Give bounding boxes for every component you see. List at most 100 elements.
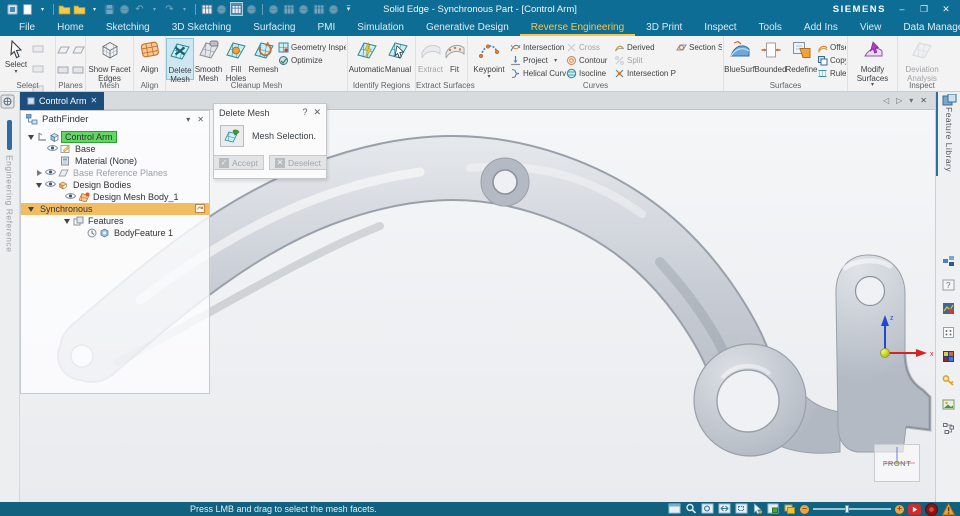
minimize-button[interactable]: – — [896, 4, 908, 14]
calculator-icon[interactable] — [942, 326, 955, 344]
bluesurf-button[interactable]: BlueSurf — [724, 38, 755, 80]
ribbon-tab-sketching[interactable]: Sketching — [95, 18, 161, 36]
accept-button[interactable]: ✓Accept — [213, 155, 264, 170]
tree-item-label[interactable]: Synchronous — [37, 204, 96, 214]
helical-curve-button[interactable]: Helical Curve — [510, 67, 566, 80]
close-tab-icon[interactable]: ✕ — [920, 96, 927, 105]
color-table-icon[interactable] — [942, 350, 955, 368]
ribbon-tab-inspect[interactable]: Inspect — [693, 18, 747, 36]
ribbon-tab-tools[interactable]: Tools — [748, 18, 793, 36]
geometry-inspector-button[interactable]: Geometry Inspector — [278, 41, 346, 54]
project-button[interactable]: Project ▾ — [510, 54, 566, 67]
open-icon[interactable] — [58, 2, 71, 16]
parts-library-icon[interactable] — [942, 254, 955, 272]
visibility-eye-icon[interactable] — [47, 144, 60, 154]
layers-icon[interactable] — [783, 503, 796, 515]
redo-icon[interactable]: ↷ — [163, 2, 176, 16]
cross-button[interactable]: Cross — [566, 41, 614, 54]
record-video-icon[interactable] — [908, 503, 921, 516]
tree-item-base-reference-planes[interactable]: Base Reference Planes — [21, 167, 209, 179]
modify-surfaces-button[interactable]: Modify Surfaces▾ — [849, 38, 897, 80]
ribbon-tab-reverse-engineering[interactable]: Reverse Engineering — [520, 18, 635, 36]
dropdown-caret-icon[interactable]: ▾ — [178, 2, 191, 16]
tree-item-bodyfeature-1[interactable]: BodyFeature 1 — [21, 227, 209, 239]
magnifier-icon[interactable] — [685, 503, 697, 515]
extract-button[interactable]: Extract — [418, 38, 444, 80]
ruled-button[interactable]: Ruled — [817, 67, 846, 80]
tree-item-label[interactable]: Control Arm — [61, 131, 117, 143]
ribbon-tab-add-ins[interactable]: Add Ins — [793, 18, 849, 36]
tool-icon[interactable] — [282, 2, 295, 16]
zoom-in-icon[interactable]: + — [895, 505, 904, 514]
smooth-mesh-button[interactable]: Smooth Mesh — [194, 38, 223, 80]
select-option-icon[interactable] — [32, 41, 44, 59]
key-icon[interactable] — [942, 374, 955, 392]
engineering-reference-tab[interactable]: Engineering Reference — [5, 155, 15, 252]
ribbon-tab-simulation[interactable]: Simulation — [346, 18, 415, 36]
ribbon-tab-3d-sketching[interactable]: 3D Sketching — [161, 18, 242, 36]
origin-point[interactable] — [881, 349, 890, 358]
tree-item-control-arm[interactable]: Control Arm — [21, 131, 209, 143]
deviation-analysis-button[interactable]: Deviation Analysis — [899, 38, 945, 80]
visibility-eye-icon[interactable] — [65, 192, 78, 202]
section-sketches-button[interactable]: Section Sketches — [676, 41, 722, 54]
contour-button[interactable]: Contour — [566, 54, 614, 67]
derived-button[interactable]: Derived — [614, 41, 676, 54]
collapse-icon[interactable] — [25, 135, 37, 140]
intersection-point-button[interactable]: Intersection Point — [614, 67, 676, 80]
app-icon[interactable] — [6, 2, 19, 16]
dropdown-caret-icon[interactable]: ▾ — [88, 2, 101, 16]
visibility-eye-icon[interactable] — [45, 168, 58, 178]
fit-button[interactable]: Fit — [444, 38, 466, 80]
tree-item-label[interactable]: Base Reference Planes — [70, 168, 171, 178]
pathfinder-options-icon[interactable]: ▾ — [186, 115, 190, 124]
document-tab-control-arm[interactable]: Control Arm ✕ — [20, 92, 104, 110]
ribbon-tab-3d-print[interactable]: 3D Print — [635, 18, 693, 36]
collapse-icon[interactable] — [61, 219, 73, 224]
engineering-reference-icon[interactable] — [0, 94, 15, 109]
pathfinder-close-icon[interactable]: ✕ — [197, 115, 204, 124]
alert-icon[interactable] — [942, 503, 955, 516]
tree-item-base[interactable]: Base — [21, 143, 209, 155]
ribbon-tab-surfacing[interactable]: Surfacing — [242, 18, 306, 36]
visibility-eye-icon[interactable] — [45, 180, 58, 190]
split-button[interactable]: Split — [614, 54, 676, 67]
tree-item-label[interactable]: Material (None) — [72, 156, 140, 166]
copy-button[interactable]: Copy — [817, 54, 846, 67]
zoom-out-icon[interactable]: − — [800, 505, 809, 514]
tree-item-label[interactable]: BodyFeature 1 — [111, 228, 176, 238]
delete-mesh-button[interactable]: Delete Mesh — [166, 38, 194, 80]
sensors-icon[interactable] — [942, 302, 955, 320]
dialog-close-icon[interactable]: ✕ — [313, 107, 321, 118]
zoom-area-icon[interactable] — [735, 503, 748, 515]
ribbon-tab-pmi[interactable]: PMI — [306, 18, 346, 36]
manual-button[interactable]: Manual — [383, 38, 413, 80]
display-icon[interactable] — [245, 2, 258, 16]
close-button[interactable]: ✕ — [940, 4, 952, 15]
intersection-button[interactable]: Intersection — [510, 41, 566, 54]
select-button[interactable]: Select▾ — [0, 38, 32, 80]
plane-tool-icon[interactable] — [72, 42, 85, 60]
schema-icon[interactable] — [942, 422, 955, 440]
dropdown-caret-icon[interactable]: ▾ — [148, 2, 161, 16]
tab-list-icon[interactable]: ▾ — [909, 96, 913, 105]
keypoint-button[interactable]: Keypoint▾ — [468, 38, 510, 80]
tree-item-design-bodies[interactable]: Design Bodies — [21, 179, 209, 191]
tool-icon[interactable] — [267, 2, 280, 16]
remesh-button[interactable]: Remesh — [249, 38, 278, 80]
new-document-icon[interactable] — [21, 2, 34, 16]
window-icon[interactable] — [668, 503, 681, 515]
collapse-icon[interactable] — [33, 183, 45, 188]
tree-item-label[interactable]: Design Mesh Body_1 — [90, 192, 182, 202]
align-button[interactable]: Align — [135, 38, 165, 80]
deselect-button[interactable]: ✕Deselect — [269, 155, 327, 170]
tree-item-label[interactable]: Features — [85, 216, 127, 226]
ribbon-tab-data-management[interactable]: Data Management — [892, 18, 960, 36]
zoom-window-icon[interactable] — [701, 503, 714, 515]
expand-icon[interactable] — [33, 170, 45, 176]
tree-item-features[interactable]: Features — [21, 215, 209, 227]
image-icon[interactable] — [942, 398, 955, 416]
select-option-icon[interactable] — [32, 61, 44, 79]
fit-icon[interactable] — [718, 503, 731, 515]
redefine-button[interactable]: Redefine — [786, 38, 817, 80]
